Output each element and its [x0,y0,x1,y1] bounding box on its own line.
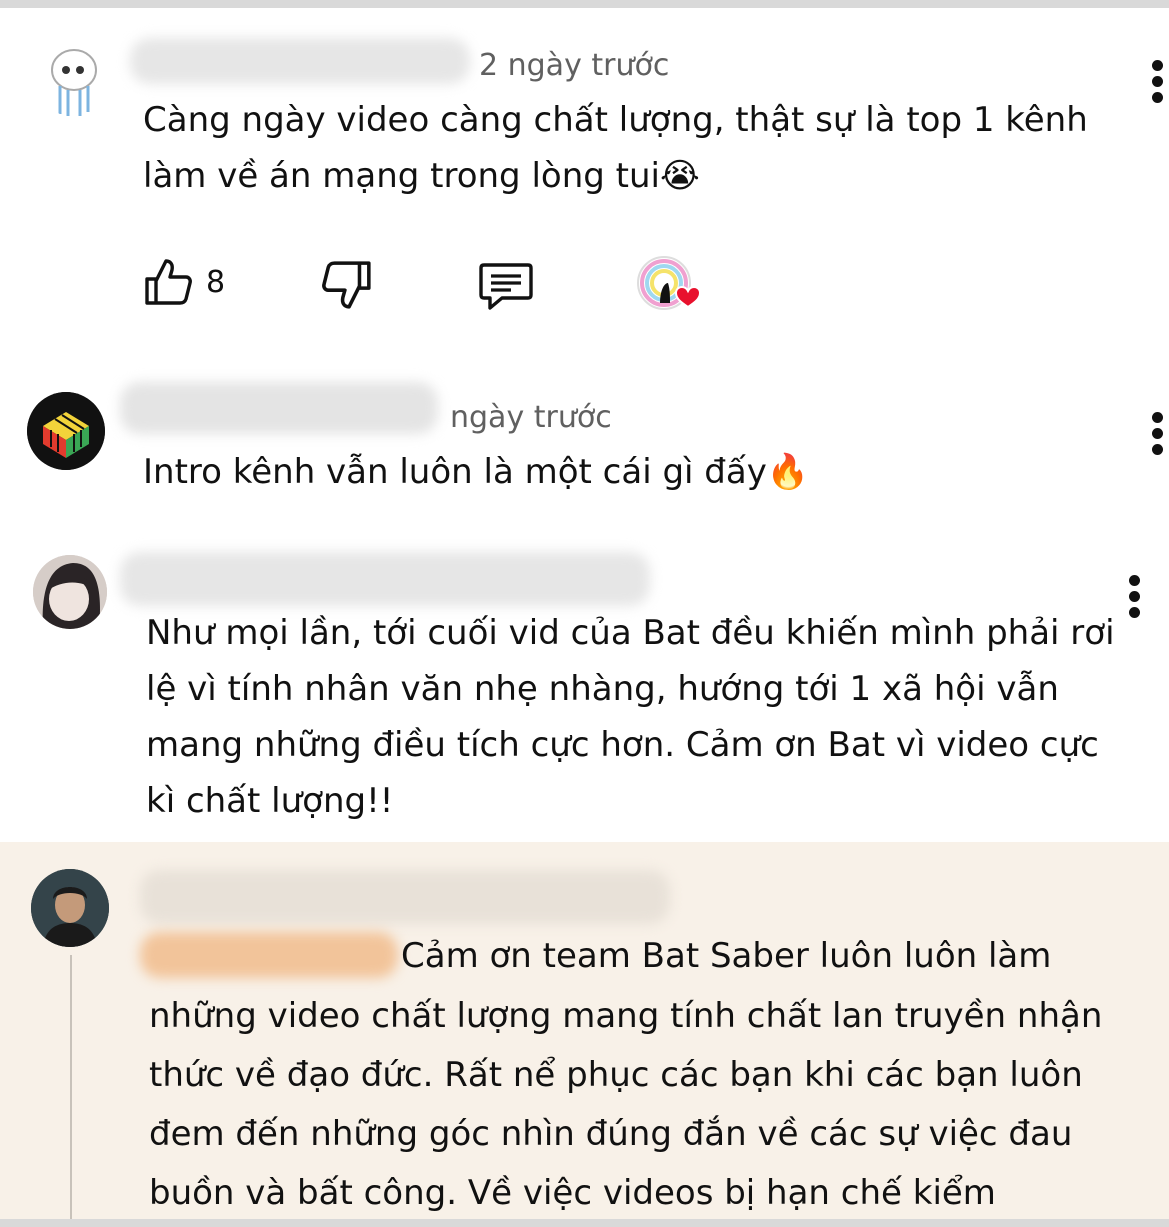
more-options-icon[interactable] [1152,412,1164,460]
comment-2: ngày trước Intro kênh vẫn luôn là một cá… [0,360,1169,520]
comment-text-first-line: Cảm ơn team Bat Saber luôn luôn làm [401,936,1052,976]
comment-text: Intro kênh vẫn luôn là một cái gì đấy🔥 [143,452,810,492]
creator-heart [636,253,706,317]
author-name-blurred[interactable] [120,382,438,434]
comment-3: Như mọi lần, tới cuối vid của Bat đều kh… [0,520,1169,842]
comment-text: Càng ngày video càng chất lượng, thật sự… [143,100,1088,196]
comment-time: 2 ngày trước [479,48,670,83]
dislike-button[interactable] [321,253,377,313]
author-name-blurred[interactable] [120,552,650,606]
author-name-blurred[interactable] [130,38,470,84]
comment-text: Như mọi lần, tới cuối vid của Bat đều kh… [146,613,1115,821]
top-edge [0,0,1169,8]
creator-heart-icon [637,256,702,310]
reply-icon [479,263,533,310]
like-button[interactable]: 8 [143,253,253,313]
comment-text: những video chất lượng mang tính chất la… [149,996,1103,1213]
reply-thread-line [70,955,72,1219]
avatar[interactable] [33,555,107,629]
more-options-icon[interactable] [1152,60,1164,108]
comment-1: 2 ngày trước Càng ngày video càng chất l… [0,8,1169,360]
like-icon [145,259,192,305]
bottom-edge [0,1219,1169,1227]
avatar[interactable] [31,869,109,947]
comment-time: ngày trước [450,400,612,435]
author-name-blurred[interactable] [140,870,670,924]
dislike-icon [322,261,371,309]
avatar[interactable] [27,392,105,470]
like-count: 8 [206,265,226,300]
reply-button[interactable] [478,253,538,313]
mention-blurred[interactable] [140,932,398,978]
avatar[interactable] [46,46,102,118]
comment-4-highlighted: Cảm ơn team Bat Saber luôn luôn làm nhữn… [0,842,1169,1219]
